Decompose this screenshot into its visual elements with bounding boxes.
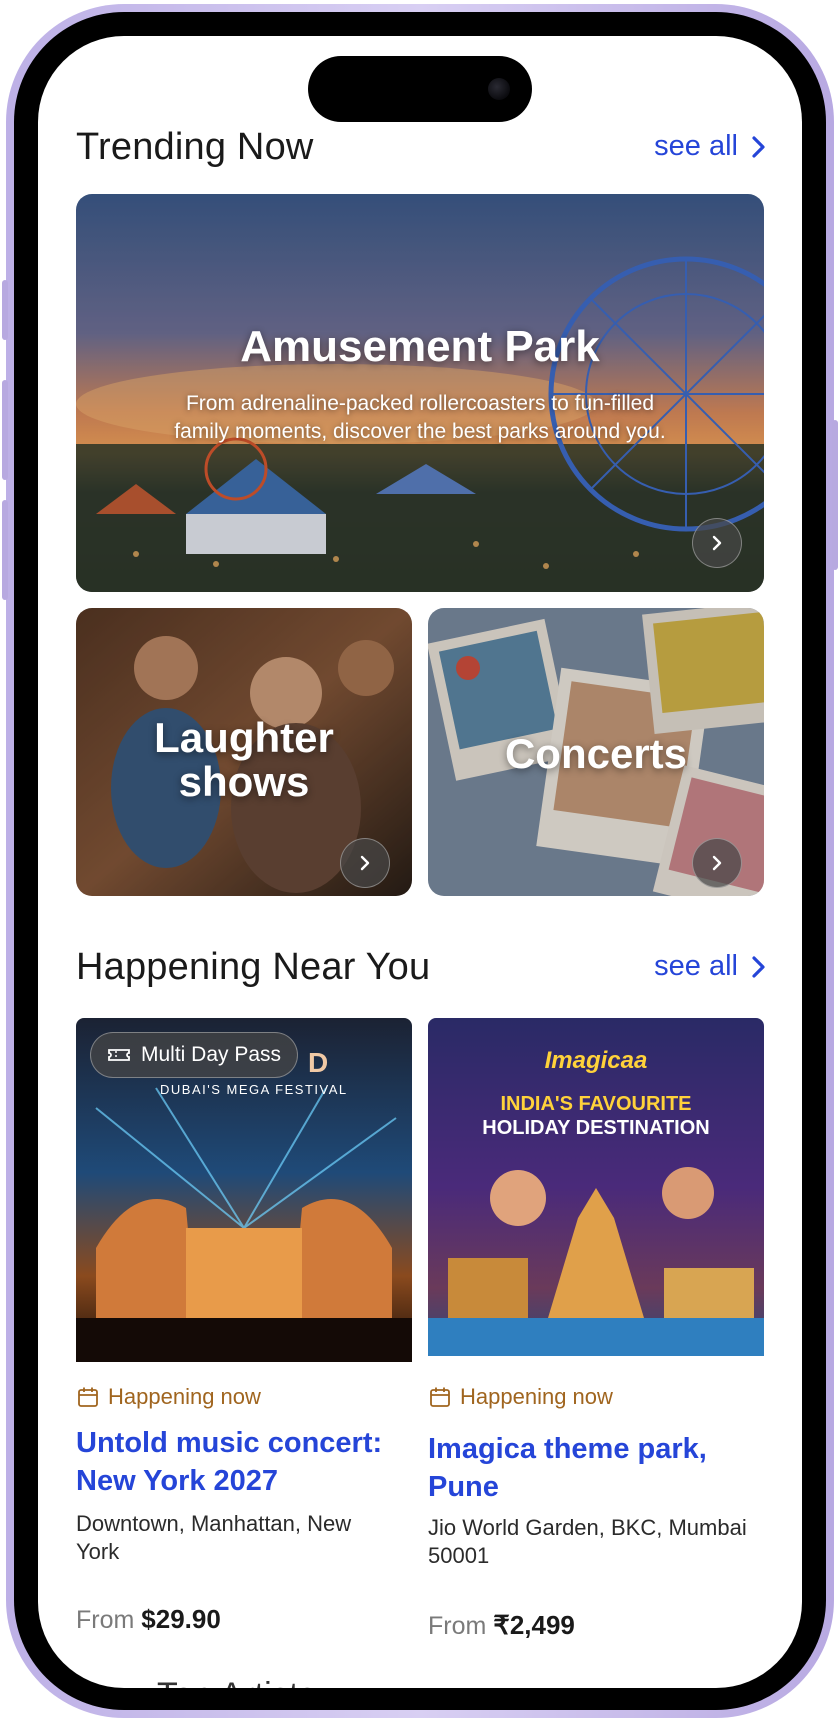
multi-day-pass-label: Multi Day Pass <box>141 1043 282 1066</box>
status-label: Happening now <box>460 1384 613 1409</box>
amusement-park-card[interactable]: Amusement Park From adrenaline-packed ro… <box>76 194 764 592</box>
poster-letter: D <box>308 1047 328 1078</box>
event-status-imagica: Happening now <box>428 1384 613 1410</box>
event-title-imagica[interactable]: Imagica theme park, Pune <box>428 1430 758 1506</box>
title-line-2: shows <box>178 758 310 805</box>
laughter-shows-card[interactable]: Laughter shows <box>76 608 412 896</box>
side-button <box>832 420 838 570</box>
action-button <box>2 280 8 340</box>
concerts-title: Concerts <box>504 730 688 777</box>
location-line-2: York <box>76 1539 120 1564</box>
ticket-icon <box>108 1049 130 1061</box>
location-line-1: Downtown, Manhattan, New <box>76 1511 352 1536</box>
multi-day-pass-badge: Multi Day Pass <box>90 1032 299 1078</box>
price-prefix: From <box>428 1612 487 1640</box>
chevron-right-icon <box>752 135 765 158</box>
amusement-park-title: Amusement Park <box>240 322 600 371</box>
chevron-right-icon <box>360 855 370 871</box>
volume-up-button <box>2 380 8 480</box>
event-status-untold: Happening now <box>76 1384 261 1410</box>
event-card-untold-image[interactable]: DUBAI'S MEGA FESTIVAL D Multi Day Pass <box>76 1018 412 1362</box>
concerts-arrow-button[interactable] <box>692 838 742 888</box>
see-all-label: see all <box>654 950 738 982</box>
event-price-untold: From $29.90 <box>76 1604 221 1635</box>
event-location-imagica: Jio World Garden, BKC, Mumbai 50001 <box>428 1514 764 1570</box>
price-value: $29.90 <box>141 1604 221 1634</box>
calendar-icon <box>78 1387 98 1407</box>
volume-down-button <box>2 500 8 600</box>
event-price-imagica: From ₹2,499 <box>428 1610 575 1641</box>
dynamic-island <box>308 56 532 122</box>
amusement-park-arrow-button[interactable] <box>692 518 742 568</box>
chevron-right-icon <box>712 855 722 871</box>
poster-brand: Imagicaa <box>545 1047 648 1074</box>
price-value: ₹2,499 <box>493 1610 575 1640</box>
see-all-trending-link[interactable]: see all <box>654 130 768 163</box>
title-line-2: Pune <box>428 1471 499 1503</box>
section-title-trending: Trending Now <box>76 126 314 168</box>
event-title-untold[interactable]: Untold music concert: New York 2027 <box>76 1424 406 1500</box>
screen: Trending Now see all Amusement Park From… <box>38 36 802 1688</box>
event-card-imagica-image[interactable]: Imagicaa INDIA'S FAVOURITE HOLIDAY DESTI… <box>428 1018 764 1356</box>
title-line-1: Laughter <box>154 714 334 761</box>
next-section-peek: ...Top Artists <box>128 1676 316 1688</box>
camera-icon <box>488 78 510 100</box>
chevron-right-icon <box>712 535 722 551</box>
poster-line-1: INDIA'S FAVOURITE <box>500 1093 691 1115</box>
see-all-nearby-link[interactable]: see all <box>654 950 768 983</box>
subtitle-line-2: family moments, discover the best parks … <box>174 420 666 443</box>
title-line-2: New York 2027 <box>76 1465 279 1497</box>
calendar-icon <box>430 1387 450 1407</box>
laughter-shows-arrow-button[interactable] <box>340 838 390 888</box>
laughter-shows-title: Laughter shows <box>76 716 412 804</box>
poster-line-2: HOLIDAY DESTINATION <box>482 1117 709 1139</box>
subtitle-line-1: From adrenaline-packed rollercoasters to… <box>185 392 655 415</box>
see-all-label: see all <box>654 130 738 162</box>
location-line-1: Jio World Garden, BKC, Mumbai <box>428 1515 747 1540</box>
event-location-untold: Downtown, Manhattan, New York <box>76 1510 412 1566</box>
concerts-card[interactable]: Concerts <box>428 608 764 896</box>
section-title-nearby: Happening Near You <box>76 946 431 988</box>
poster-text: DUBAI'S MEGA FESTIVAL <box>160 1082 348 1097</box>
location-line-2: 50001 <box>428 1543 490 1568</box>
status-label: Happening now <box>108 1384 261 1409</box>
title-line-1: Untold music concert: <box>76 1427 383 1459</box>
title-line-1: Imagica theme park, <box>428 1433 707 1465</box>
amusement-park-subtitle: From adrenaline-packed rollercoasters to… <box>116 390 724 446</box>
chevron-right-icon <box>752 955 765 978</box>
price-prefix: From <box>76 1606 135 1634</box>
